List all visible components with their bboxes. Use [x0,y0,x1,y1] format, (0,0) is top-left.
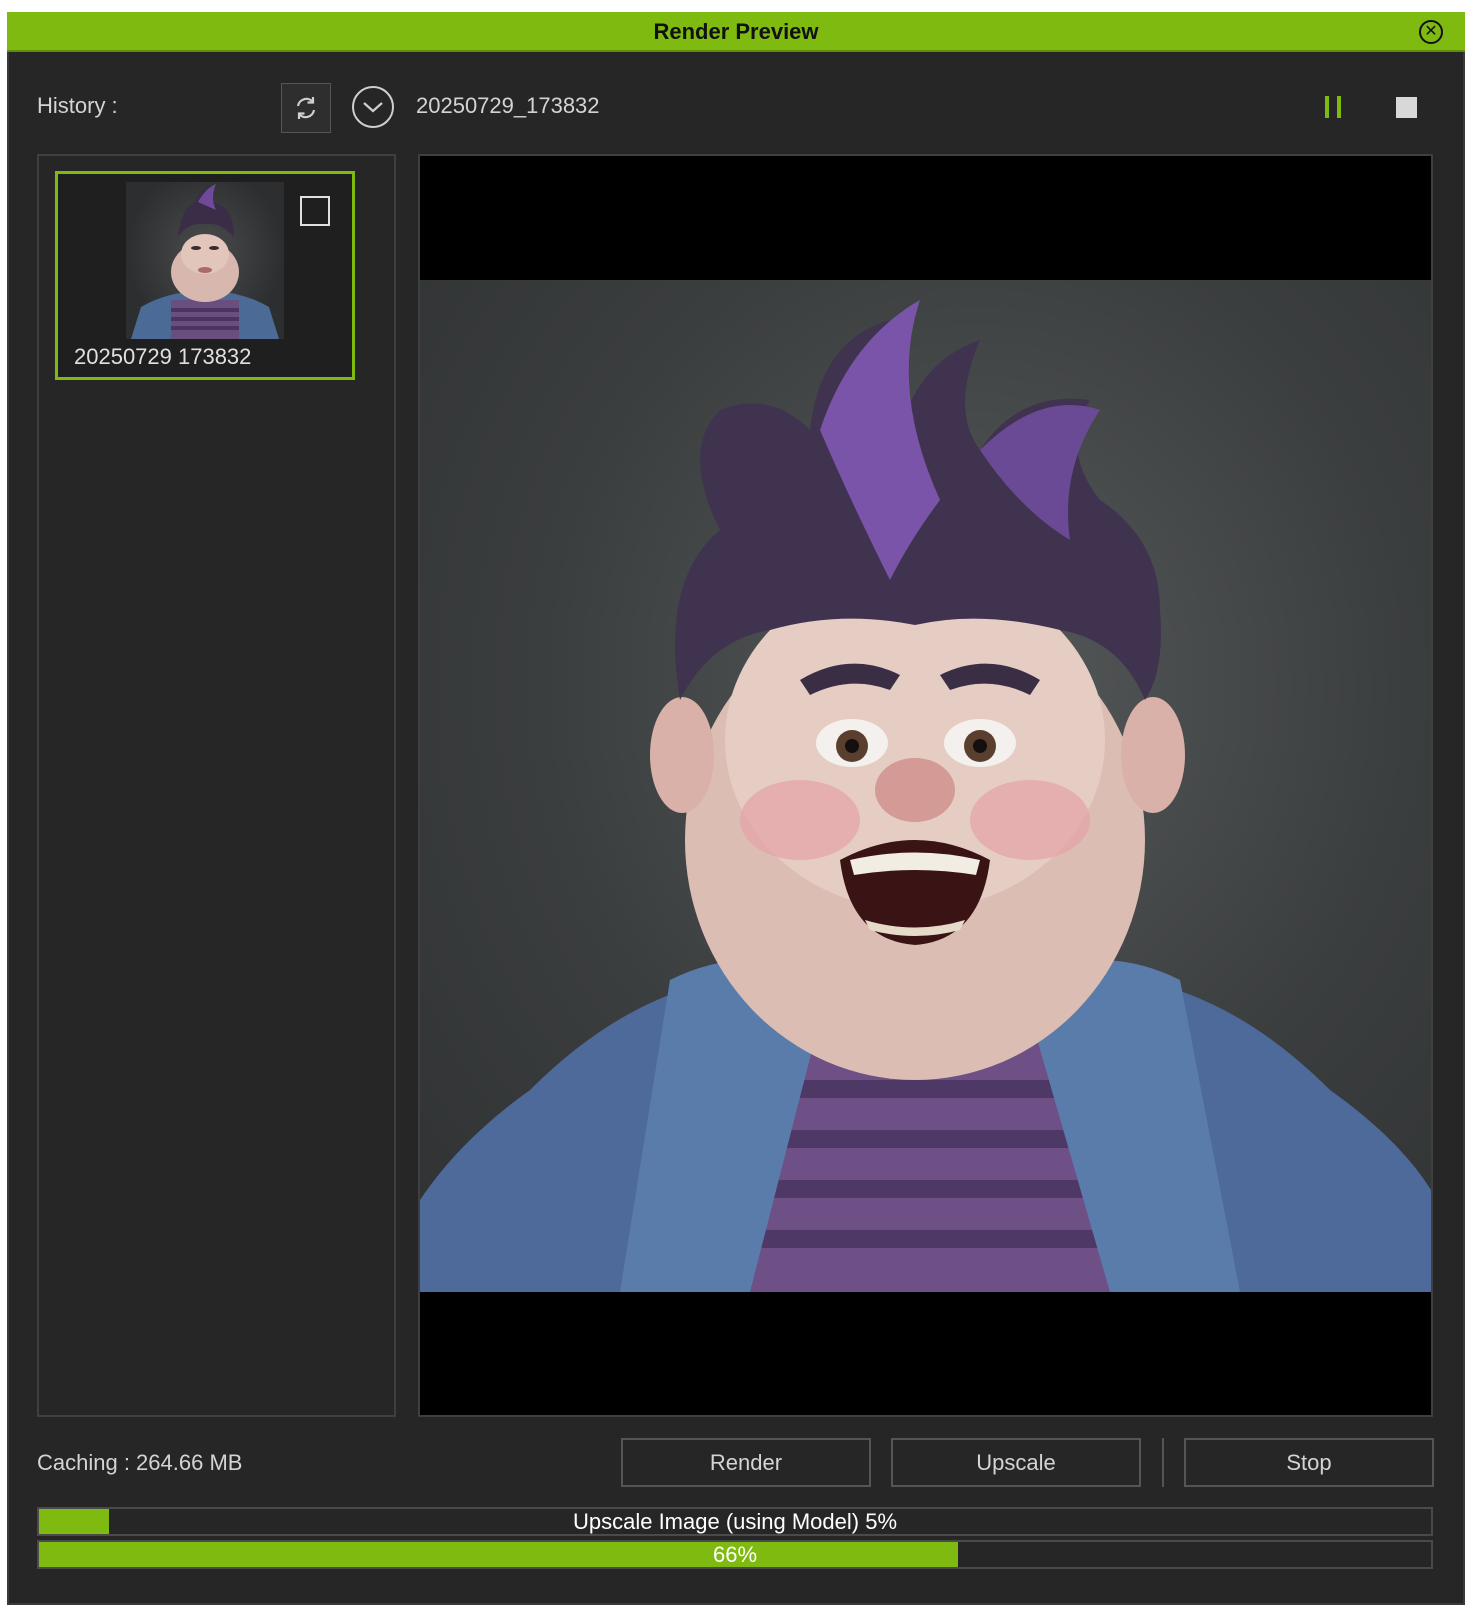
stop-icon[interactable] [1396,97,1417,118]
title-bar[interactable]: Render Preview ✕ [7,12,1465,52]
overall-progress-bar: 66% [37,1540,1433,1569]
history-item-checkbox[interactable] [300,196,330,226]
background-window-strip [0,0,1470,12]
preview-panel [418,154,1433,1417]
stop-button[interactable]: Stop [1184,1438,1434,1487]
overall-progress-text: 66% [712,1542,758,1567]
pause-icon[interactable] [1325,96,1343,118]
close-icon[interactable]: ✕ [1419,20,1443,44]
refresh-button[interactable] [281,83,331,133]
window-title: Render Preview [653,19,819,44]
upscale-button[interactable]: Upscale [891,1438,1141,1487]
chevron-down-icon [363,102,383,113]
current-render-name: 20250729_173832 [416,93,600,118]
history-thumbnail [126,182,284,339]
upscale-progress-bar: Upscale Image (using Model) 5% [37,1507,1433,1536]
character-thumbnail-image [131,184,279,339]
caching-status: Caching : 264.66 MB [37,1450,243,1475]
render-button[interactable]: Render [621,1438,871,1487]
refresh-icon [296,97,316,119]
character-render-image [420,300,1431,1292]
history-label: History : [37,93,118,118]
render-preview-image [420,280,1431,1292]
history-item-label: 20250729 173832 [74,344,252,369]
history-item[interactable]: 20250729 173832 [55,171,355,380]
button-separator [1162,1438,1164,1487]
upscale-progress-text: Upscale Image (using Model) 5% [572,1509,898,1534]
history-dropdown-button[interactable] [352,86,394,128]
